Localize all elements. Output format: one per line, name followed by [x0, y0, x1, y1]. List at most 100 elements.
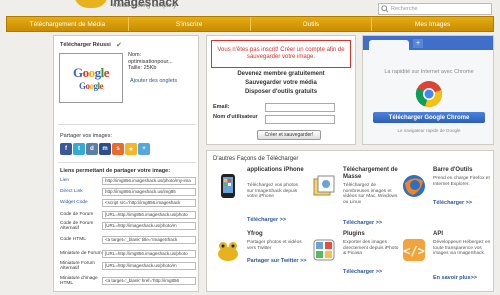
- way-title: Yfrog: [247, 231, 263, 237]
- way-link[interactable]: Partager sur Twitter >>: [247, 258, 307, 264]
- brand-tagline: media hosting company: [113, 3, 177, 9]
- api-icon: </>: [403, 239, 425, 261]
- way-link[interactable]: En savoir plus>>: [433, 275, 477, 281]
- way-desc: Développeur! Hébergez en toute transpare…: [433, 240, 491, 256]
- other-ways-title: D'autres Façons de Télécharger: [213, 156, 299, 162]
- share-link-label: Code de Forum: [60, 212, 94, 217]
- divider: [58, 124, 196, 125]
- share-link-row: Miniature Forum Alternatif [URL=http://im…: [60, 260, 196, 271]
- iphone-icon: [221, 174, 235, 198]
- nav-tools[interactable]: Outils: [251, 17, 373, 31]
- myspace-icon[interactable]: m: [99, 143, 111, 155]
- nav-upload-media[interactable]: Téléchargement de Média: [7, 17, 129, 31]
- way-title: API: [433, 231, 444, 237]
- email-field[interactable]: [265, 103, 335, 112]
- svg-text:</>: </>: [403, 244, 425, 258]
- way-link[interactable]: Télécharger >>: [433, 200, 472, 206]
- check-icon: ✔: [116, 42, 122, 49]
- share-icons: f t d m s ★ +: [60, 143, 150, 155]
- sharethis-icon[interactable]: +: [138, 143, 150, 155]
- share-link-row: Code de Forum [URL=http://img856.imagesha…: [60, 210, 196, 219]
- way-desc: Partager photos et vidéos vers Twitter: [247, 240, 302, 251]
- email-label: Email:: [213, 104, 230, 110]
- share-link-field[interactable]: <a target='_blank' href='http://img856: [102, 276, 196, 285]
- way-title: Plugins: [343, 231, 365, 237]
- digg-icon[interactable]: d: [86, 143, 98, 155]
- size-value: 25Kb: [143, 65, 157, 71]
- logo-frog-icon: [74, 0, 108, 8]
- toolbar-icon: [403, 175, 425, 197]
- divider: [58, 162, 196, 163]
- signup-promo: Vous n'êtes pas inscrit! Créer un compte…: [206, 35, 356, 145]
- name-label: Nom:: [128, 52, 142, 58]
- way-desc: Téléchargez vos photos sur ImageShack de…: [247, 183, 298, 199]
- plugins-icon: [313, 239, 335, 261]
- share-link-label[interactable]: Widget Code: [60, 200, 102, 205]
- share-links-title: Liens permettant de partager votre image…: [60, 168, 171, 174]
- way-desc: Prend en charge Firefox et Internet Expl…: [433, 176, 490, 187]
- other-upload-ways: D'autres Façons de Télécharger applicati…: [206, 150, 494, 292]
- uploaded-image-thumbnail[interactable]: Google Google: [59, 53, 123, 103]
- share-link-field[interactable]: <a target='_blank' title='ImageShack: [102, 235, 196, 244]
- way-title: applications iPhone: [247, 167, 304, 173]
- share-link-field[interactable]: <script src='http://img856.imageshack: [102, 198, 196, 207]
- share-link-row: Widget Code <script src='http://img856.im…: [60, 198, 196, 207]
- share-link-field[interactable]: [URL=http://img856.imageshack.us/photo: [102, 210, 196, 219]
- username-label: Nom d'utilisateur: [213, 114, 258, 120]
- way-plugins: Plugins Exporter des images directement …: [309, 231, 404, 291]
- share-link-field[interactable]: [URL=http://img856.imageshack.us/photo: [102, 249, 196, 258]
- share-link-row: Lien http://img856.imageshack.us/photo/my…: [60, 176, 196, 185]
- share-link-field[interactable]: [URL=http://imageshack.us/photo/m: [102, 221, 196, 230]
- nav-signup[interactable]: S'inscrire: [129, 17, 251, 31]
- chrome-ad[interactable]: + La rapidité sur Internet avec Chrome T…: [362, 35, 494, 145]
- share-link-label: Miniature d'image HTML: [60, 275, 98, 286]
- delicious-icon[interactable]: ★: [125, 143, 137, 155]
- share-link-row: Code de Forum Alternatif [URL=http://imag…: [60, 221, 196, 231]
- way-link[interactable]: Télécharger >>: [343, 269, 382, 275]
- search-icon: [381, 5, 389, 13]
- twitter-icon[interactable]: t: [73, 143, 85, 155]
- nav-my-images[interactable]: Mes Images: [372, 17, 493, 31]
- bulk-upload-icon: [313, 175, 335, 196]
- way-iphone: applications iPhone Téléchargez vos phot…: [213, 167, 308, 227]
- username-field[interactable]: [265, 115, 335, 124]
- share-link-field[interactable]: [URL=http://imageshack.us/photo/m: [102, 261, 196, 270]
- benefit-free-tools: Disposer d'outils gratuits: [244, 89, 318, 95]
- download-chrome-button[interactable]: Télécharger Google Chrome: [373, 112, 485, 123]
- way-desc: Exporter des images directement depuis i…: [343, 240, 399, 256]
- way-desc: Téléchargez de nombreuses images et vidé…: [343, 183, 398, 205]
- upload-result-panel: Télécharger Réussi ✔ Google Google Nom: …: [53, 35, 199, 292]
- promo-benefits: Devenez membre gratuitement Sauvegarder …: [211, 70, 351, 97]
- stumble-icon[interactable]: s: [112, 143, 124, 155]
- way-link[interactable]: Télécharger >>: [247, 217, 286, 223]
- new-tab-icon: +: [413, 39, 423, 48]
- thumbnail-google-logo-small: Google: [78, 81, 104, 91]
- not-registered-alert: Vous n'êtes pas inscrit! Créer un compte…: [211, 40, 351, 68]
- add-tabs-link[interactable]: Ajouter des onglets: [130, 78, 177, 84]
- chrome-footer: Le navigateur rapide de Google: [397, 128, 461, 133]
- search-input[interactable]: Recherche: [378, 3, 492, 15]
- create-and-save-button[interactable]: Créer et sauvegarder!: [257, 130, 321, 140]
- way-api: </> API Développeur! Hébergez en toute t…: [399, 231, 494, 291]
- share-link-field[interactable]: http://img856.imageshack.us/photo/my-ima: [102, 176, 196, 185]
- share-link-label: Miniature de Forum: [60, 251, 102, 256]
- share-link-row: Code HTML <a target='_blank' title='Image…: [60, 235, 196, 244]
- image-meta: Nom: optimisationpour... Taille: 25Kb: [128, 52, 198, 72]
- name-value: optimisationpour...: [128, 58, 173, 65]
- way-bulk: Téléchargement de Masse Téléchargez de n…: [309, 167, 404, 227]
- share-title: Partager vos images:: [60, 133, 112, 139]
- chrome-tagline: La rapidité sur Internet avec Chrome: [384, 69, 474, 75]
- share-link-row: Direct Link http://img856.imageshack.us/i…: [60, 187, 196, 196]
- facebook-icon[interactable]: f: [60, 143, 72, 155]
- share-link-row: Miniature d'image HTML <a target='_blank'…: [60, 275, 196, 286]
- way-link[interactable]: Télécharger >>: [343, 220, 382, 226]
- way-title: Téléchargement de Masse: [343, 167, 398, 180]
- upload-success-title: Télécharger Réussi: [60, 42, 111, 48]
- search-placeholder: Recherche: [391, 6, 418, 12]
- share-link-label[interactable]: Direct Link: [60, 189, 102, 194]
- benefit-save-media: Sauvegarder votre média: [245, 80, 317, 86]
- share-link-field[interactable]: http://img856.imageshack.us/img85: [102, 187, 196, 196]
- share-link-label[interactable]: Lien: [60, 178, 102, 183]
- chrome-logo-icon: [415, 81, 442, 108]
- share-link-label: Miniature Forum Alternatif: [60, 260, 95, 271]
